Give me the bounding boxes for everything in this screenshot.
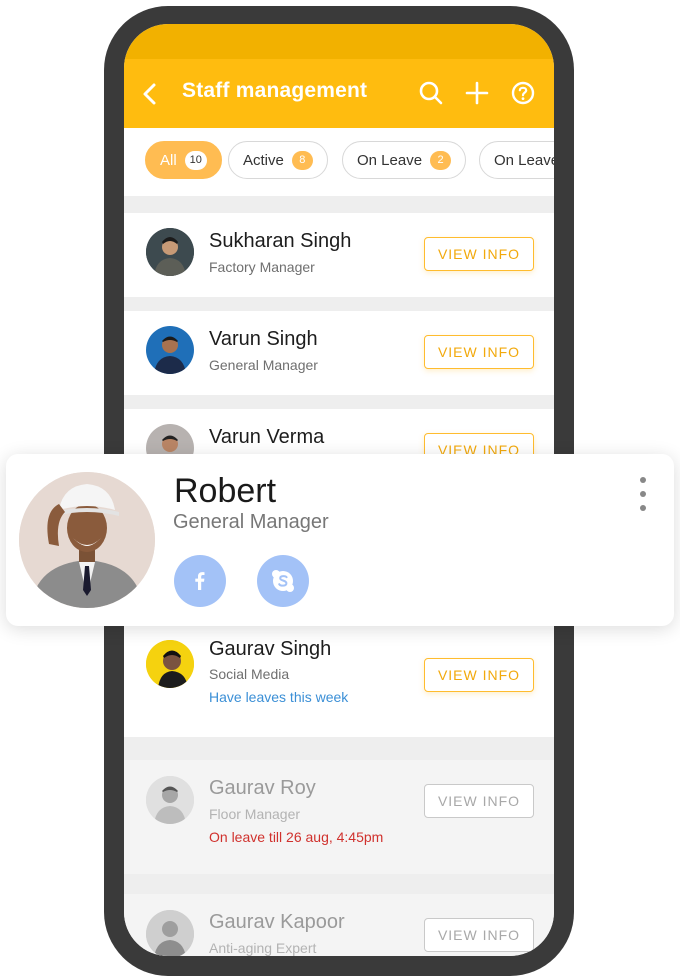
staff-role: Social Media — [209, 666, 290, 682]
chip-count: 10 — [184, 150, 207, 170]
staff-card[interactable]: Sukharan Singh Factory Manager VIEW INFO — [124, 213, 554, 297]
profile-role: General Manager — [173, 511, 329, 533]
more-options-icon[interactable] — [636, 476, 650, 512]
skype-button[interactable] — [257, 555, 309, 607]
staff-card[interactable]: Gaurav Kapoor Anti-aging Expert VIEW INF… — [124, 894, 554, 956]
skype-icon — [272, 570, 294, 592]
staff-role: Factory Manager — [209, 259, 315, 275]
filter-chips: All 10 Active 8 On Leave 2 On Leave — [124, 128, 554, 196]
view-info-button[interactable]: VIEW INFO — [424, 237, 534, 271]
app-header: Staff management — [124, 59, 554, 128]
avatar — [146, 910, 194, 956]
avatar — [146, 776, 194, 824]
staff-name: Gaurav Singh — [209, 638, 332, 660]
profile-name: Robert — [174, 472, 277, 510]
staff-name: Sukharan Singh — [209, 230, 352, 252]
chip-on-leave-2[interactable]: On Leave — [479, 141, 554, 179]
avatar — [146, 640, 194, 688]
staff-card[interactable]: Varun Singh General Manager VIEW INFO — [124, 311, 554, 395]
help-icon[interactable] — [510, 80, 536, 106]
staff-name: Gaurav Roy — [209, 777, 316, 799]
leave-info-note: Have leaves this week — [209, 689, 349, 705]
chip-label: On Leave — [494, 151, 554, 169]
view-info-button[interactable]: VIEW INFO — [424, 658, 534, 692]
avatar — [146, 228, 194, 276]
chip-count: 2 — [430, 150, 452, 170]
view-info-button[interactable]: VIEW INFO — [424, 335, 534, 369]
on-leave-note: On leave till 26 aug, 4:45pm — [209, 829, 384, 845]
status-bar — [124, 24, 554, 59]
staff-name: Gaurav Kapoor — [209, 911, 345, 933]
chip-active[interactable]: Active 8 — [228, 141, 328, 179]
staff-role: Anti-aging Expert — [209, 940, 317, 956]
facebook-icon — [195, 572, 205, 590]
chip-label: All — [160, 151, 177, 169]
add-icon[interactable] — [464, 80, 490, 106]
profile-card: Robert General Manager — [6, 454, 674, 626]
view-info-button[interactable]: VIEW INFO — [424, 918, 534, 952]
staff-role: Floor Manager — [209, 806, 301, 822]
staff-role: General Manager — [209, 357, 318, 373]
staff-card[interactable]: Gaurav Roy Floor Manager On leave till 2… — [124, 760, 554, 874]
staff-card[interactable]: Gaurav Singh Social Media Have leaves th… — [124, 619, 554, 737]
chip-on-leave[interactable]: On Leave 2 — [342, 141, 467, 179]
facebook-button[interactable] — [174, 555, 226, 607]
chip-label: On Leave — [357, 151, 423, 169]
chip-label: Active — [243, 151, 284, 169]
chip-all[interactable]: All 10 — [145, 141, 222, 179]
profile-avatar — [19, 472, 155, 608]
view-info-button[interactable]: VIEW INFO — [424, 784, 534, 818]
staff-name: Varun Verma — [209, 426, 325, 448]
avatar — [146, 326, 194, 374]
back-arrow-icon[interactable] — [138, 81, 164, 107]
search-icon[interactable] — [418, 80, 444, 106]
staff-name: Varun Singh — [209, 328, 318, 350]
chip-count: 8 — [291, 150, 313, 170]
page-title: Staff management — [182, 79, 368, 102]
